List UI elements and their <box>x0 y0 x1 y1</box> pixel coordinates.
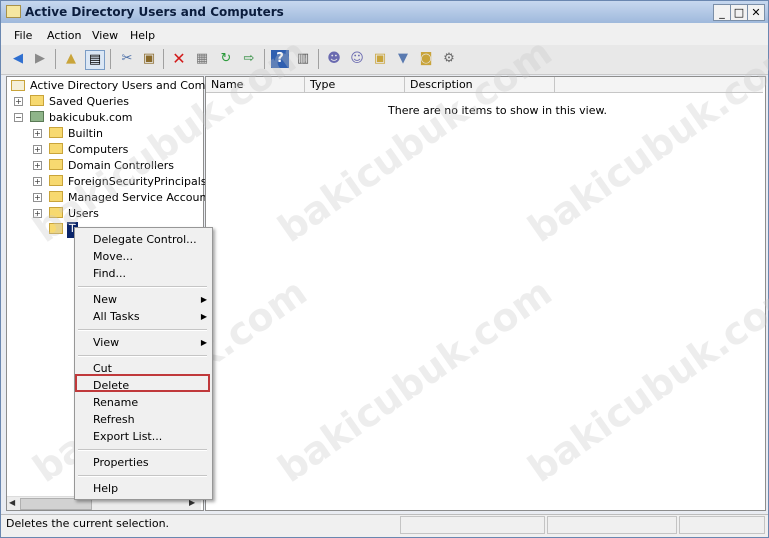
domain-icon <box>30 111 44 122</box>
menu-item-rename[interactable]: Rename <box>93 394 207 411</box>
folder-icon <box>30 95 44 106</box>
folder-icon <box>49 143 63 154</box>
paste-icon[interactable]: ▣ <box>140 50 158 68</box>
menu-file[interactable]: File <box>14 29 32 42</box>
toolbar-separator <box>163 49 164 69</box>
delegate-icon[interactable]: ⚙ <box>440 50 458 68</box>
tree-item-builtin[interactable]: Builtin <box>68 127 103 143</box>
status-panel <box>679 516 765 534</box>
toolbar-separator <box>318 49 319 69</box>
expand-icon[interactable]: + <box>14 97 23 106</box>
close-button[interactable]: ✕ <box>747 4 765 21</box>
forward-arrow-icon[interactable]: ▶ <box>31 50 49 68</box>
app-icon <box>6 5 21 18</box>
menu-item-view[interactable]: View ▶ <box>93 334 207 351</box>
context-menu: Delegate Control... Move... Find... New ▶… <box>74 227 213 500</box>
window-title: Active Directory Users and Computers <box>25 5 284 19</box>
properties-icon[interactable]: ▦ <box>193 50 211 68</box>
menu-item-view-label: View <box>93 336 120 349</box>
menu-item-new-label: New <box>93 293 117 306</box>
minimize-button[interactable]: _ <box>713 4 731 21</box>
filter-icon[interactable]: ▼ <box>394 50 412 68</box>
status-panel <box>400 516 545 534</box>
expand-icon[interactable]: + <box>33 129 42 138</box>
folder-icon <box>49 175 63 186</box>
menu-view[interactable]: View <box>92 29 118 42</box>
tree-item-saved-queries[interactable]: Saved Queries <box>49 95 129 111</box>
folder-icon <box>49 127 63 138</box>
find-icon[interactable]: ◙ <box>417 50 435 68</box>
expand-icon[interactable]: + <box>33 193 42 202</box>
cut-icon[interactable]: ✂ <box>118 50 136 68</box>
menu-item-properties[interactable]: Properties <box>93 454 207 471</box>
menu-item-find[interactable]: Find... <box>93 265 207 282</box>
menu-item-refresh[interactable]: Refresh <box>93 411 207 428</box>
toolbar-separator <box>55 49 56 69</box>
menu-separator <box>78 286 207 288</box>
menu-item-all-tasks[interactable]: All Tasks ▶ <box>93 308 207 325</box>
ou-folder-icon <box>49 159 63 170</box>
expand-icon[interactable]: + <box>33 161 42 170</box>
maximize-button[interactable]: □ <box>730 4 748 21</box>
add-ou-icon[interactable]: ▣ <box>371 50 389 68</box>
status-panel <box>547 516 677 534</box>
menu-separator <box>78 449 207 451</box>
add-user-icon[interactable]: ☻ <box>325 50 343 68</box>
menu-item-new[interactable]: New ▶ <box>93 291 207 308</box>
menu-help[interactable]: Help <box>130 29 155 42</box>
menu-action[interactable]: Action <box>47 29 81 42</box>
show-hide-tree-icon[interactable]: ▤ <box>85 50 105 70</box>
back-arrow-icon[interactable]: ◀ <box>9 50 27 68</box>
snapin-root-icon <box>11 80 25 91</box>
collapse-icon[interactable]: − <box>14 113 23 122</box>
menu-item-delegate-control[interactable]: Delegate Control... <box>93 231 207 248</box>
scroll-left-icon[interactable]: ◀ <box>9 498 15 507</box>
submenu-arrow-icon: ▶ <box>200 312 207 321</box>
expand-icon[interactable]: + <box>33 177 42 186</box>
tree-item-domain[interactable]: bakicubuk.com <box>49 111 132 127</box>
submenu-arrow-icon: ▶ <box>200 295 207 304</box>
menu-separator <box>78 329 207 331</box>
delete-icon[interactable]: ✕ <box>170 50 188 68</box>
add-group-icon[interactable]: ☺ <box>348 50 366 68</box>
menu-separator <box>78 355 207 357</box>
menu-item-all-tasks-label: All Tasks <box>93 310 140 323</box>
menu-item-help[interactable]: Help <box>93 480 207 497</box>
up-folder-icon[interactable]: ▲ <box>62 50 80 68</box>
expand-icon[interactable]: + <box>33 145 42 154</box>
status-text: Deletes the current selection. <box>6 517 170 530</box>
menu-separator <box>78 475 207 477</box>
menu-item-export-list[interactable]: Export List... <box>93 428 207 445</box>
refresh-icon[interactable]: ↻ <box>217 50 235 68</box>
menu-item-move[interactable]: Move... <box>93 248 207 265</box>
submenu-arrow-icon: ▶ <box>200 338 207 347</box>
tree-root[interactable]: Active Directory Users and Comput <box>30 79 224 95</box>
toolbar-separator <box>110 49 111 69</box>
column-header-type[interactable]: Type <box>305 77 405 93</box>
delete-highlight-box <box>75 374 210 392</box>
